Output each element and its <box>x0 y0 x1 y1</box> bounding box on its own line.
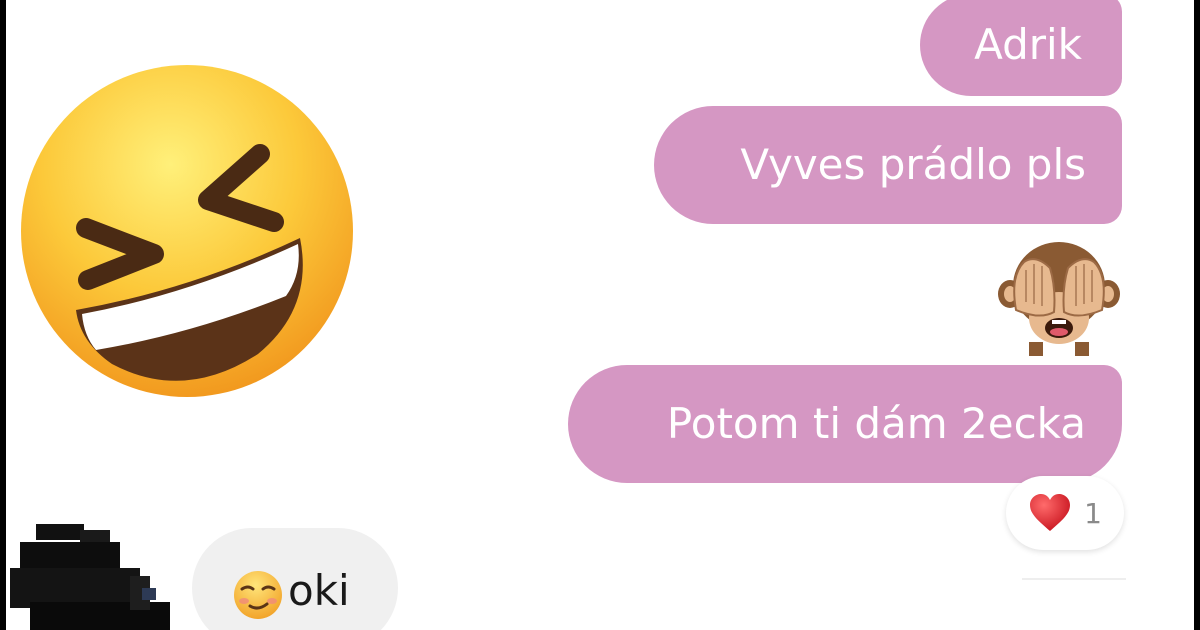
outgoing-message[interactable]: Vyves prádlo pls <box>654 106 1122 224</box>
avatar[interactable] <box>10 516 170 630</box>
message-text: Vyves prádlo pls <box>740 140 1086 189</box>
message-text: Adrik <box>974 20 1082 69</box>
message-text: Potom ti dám 2ecka <box>666 399 1086 448</box>
message-text: oki <box>288 566 350 615</box>
heart-icon <box>1030 494 1071 531</box>
divider <box>1022 578 1126 580</box>
see-no-evil-monkey-icon[interactable] <box>996 236 1122 356</box>
reaction-count: 1 <box>1084 496 1102 530</box>
laughing-squinting-face-icon <box>21 65 353 397</box>
outgoing-message[interactable]: Adrik <box>920 0 1122 96</box>
outgoing-message[interactable]: Potom ti dám 2ecka <box>568 365 1122 483</box>
chat-panel: Adrik Vyves prádlo pls Potom ti dám 2eck… <box>6 0 1194 630</box>
relieved-face-icon <box>234 571 282 619</box>
reaction-badge[interactable]: 1 <box>1006 476 1124 550</box>
screenshot-frame: Adrik Vyves prádlo pls Potom ti dám 2eck… <box>0 0 1200 630</box>
incoming-message[interactable]: oki <box>192 528 398 630</box>
